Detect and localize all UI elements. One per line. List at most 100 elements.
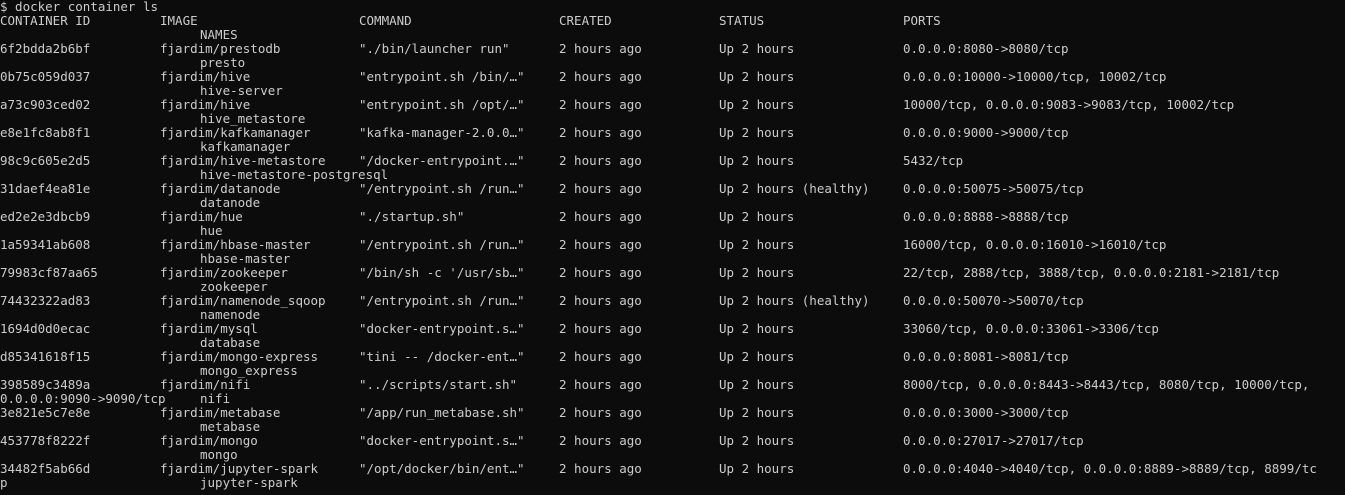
ports-cell: 0.0.0.0:10000->10000/tcp, 10002/tcp (903, 69, 1167, 84)
header-row: CONTAINER ID IMAGE COMMAND CREATED STATU… (0, 14, 941, 28)
created-cell: 2 hours ago (559, 265, 642, 280)
status-cell: Up 2 hours (719, 321, 795, 336)
created-cell: 2 hours ago (559, 97, 642, 112)
command-cell: "tini -- /docker-ent…" (359, 349, 525, 364)
created-cell: 2 hours ago (559, 405, 642, 420)
ports-cell: 0.0.0.0:27017->27017/tcp (903, 433, 1084, 448)
created-cell: 2 hours ago (559, 181, 642, 196)
container-name-cell: zookeeper (200, 279, 268, 294)
created-cell: 2 hours ago (559, 433, 642, 448)
prompt-line: $ docker container ls (0, 0, 158, 14)
container-id-cell: 0b75c059d037 (0, 69, 91, 84)
created-cell: 2 hours ago (559, 69, 642, 84)
image-cell: fjardim/hive (160, 69, 251, 84)
status-cell: Up 2 hours (719, 349, 795, 364)
container-name-cell: kafkamanager (200, 139, 291, 154)
container-id-cell: 79983cf87aa65 (0, 265, 98, 280)
container-id-cell: 398589c3489a (0, 377, 91, 392)
container-name-cell: mongo (200, 447, 238, 462)
ports-cell: 22/tcp, 2888/tcp, 3888/tcp, 0.0.0.0:2181… (903, 265, 1280, 280)
ports-cell: 33060/tcp, 0.0.0.0:33061->3306/tcp (903, 321, 1159, 336)
header-names: NAMES (200, 27, 238, 42)
created-cell: 2 hours ago (559, 41, 642, 56)
container-name-cell: database (200, 335, 261, 350)
header-container-id: CONTAINER ID (0, 13, 91, 28)
image-cell: fjardim/metabase (160, 405, 281, 420)
container-name-cell: hbase-master (200, 251, 291, 266)
ports-cell: 0.0.0.0:8888->8888/tcp (903, 209, 1069, 224)
status-cell: Up 2 hours (719, 377, 795, 392)
command-cell: "../scripts/start.sh" (359, 377, 518, 392)
created-cell: 2 hours ago (559, 321, 642, 336)
container-name-cell: jupyter-spark (200, 475, 298, 490)
command-cell: "/opt/docker/bin/ent…" (359, 461, 525, 476)
ports-cell: 16000/tcp, 0.0.0.0:16010->16010/tcp (903, 237, 1167, 252)
created-cell: 2 hours ago (559, 349, 642, 364)
ports-continuation-cell: p (0, 475, 8, 490)
ports-cell: 0.0.0.0:8080->8080/tcp (903, 41, 1069, 56)
status-cell: Up 2 hours (719, 125, 795, 140)
image-cell: fjardim/kafkamanager (160, 125, 311, 140)
command-cell: "/entrypoint.sh /run…" (359, 237, 525, 252)
header-image: IMAGE (160, 13, 198, 28)
image-cell: fjardim/nifi (160, 377, 251, 392)
container-name-cell: hue (200, 223, 223, 238)
created-cell: 2 hours ago (559, 209, 642, 224)
container-id-cell: 1694d0d0ecac (0, 321, 91, 336)
status-cell: Up 2 hours (719, 69, 795, 84)
container-name-cell: hive_metastore (200, 111, 306, 126)
ports-continuation-cell: 0.0.0.0:9090->9090/tcp (0, 391, 166, 406)
container-id-cell: 98c9c605e2d5 (0, 153, 91, 168)
image-cell: fjardim/hbase-master (160, 237, 311, 252)
image-cell: fjardim/datanode (160, 181, 281, 196)
container-name-cell: hive-server (200, 83, 283, 98)
ports-cell: 0.0.0.0:3000->3000/tcp (903, 405, 1069, 420)
container-id-cell: ed2e2e3dbcb9 (0, 209, 91, 224)
ports-cell: 8000/tcp, 0.0.0.0:8443->8443/tcp, 8080/t… (903, 377, 1310, 392)
created-cell: 2 hours ago (559, 377, 642, 392)
ports-cell: 0.0.0.0:4040->4040/tcp, 0.0.0.0:8889->88… (903, 461, 1317, 476)
image-cell: fjardim/zookeeper (160, 265, 288, 280)
container-id-cell: d85341618f15 (0, 349, 91, 364)
status-cell: Up 2 hours (719, 237, 795, 252)
container-name-cell: presto (200, 55, 246, 70)
created-cell: 2 hours ago (559, 125, 642, 140)
container-id-cell: e8e1fc8ab8f1 (0, 125, 91, 140)
status-cell: Up 2 hours (healthy) (719, 293, 870, 308)
command-cell: "docker-entrypoint.s…" (359, 433, 525, 448)
command-cell: "/docker-entrypoint.…" (359, 153, 525, 168)
header-created: CREATED (559, 13, 612, 28)
image-cell: fjardim/hive (160, 97, 251, 112)
command-cell: "./startup.sh" (359, 209, 465, 224)
container-name-cell: mongo_express (200, 363, 298, 378)
ports-cell: 0.0.0.0:50070->50070/tcp (903, 293, 1084, 308)
created-cell: 2 hours ago (559, 461, 642, 476)
container-id-cell: 34482f5ab66d (0, 461, 91, 476)
status-cell: Up 2 hours (healthy) (719, 181, 870, 196)
ports-cell: 0.0.0.0:50075->50075/tcp (903, 181, 1084, 196)
ports-cell: 5432/tcp (903, 153, 964, 168)
command-cell: "/entrypoint.sh /run…" (359, 293, 525, 308)
status-cell: Up 2 hours (719, 433, 795, 448)
container-id-cell: 3e821e5c7e8e (0, 405, 91, 420)
command-cell: "/bin/sh -c '/usr/sb…" (359, 265, 525, 280)
header-status: STATUS (719, 13, 765, 28)
container-name-cell: nifi (200, 391, 231, 406)
status-cell: Up 2 hours (719, 265, 795, 280)
image-cell: fjardim/hue (160, 209, 243, 224)
image-cell: fjardim/mongo (160, 433, 258, 448)
container-id-cell: 453778f8222f (0, 433, 91, 448)
container-id-cell: 6f2bdda2b6bf (0, 41, 91, 56)
ports-cell: 10000/tcp, 0.0.0.0:9083->9083/tcp, 10002… (903, 97, 1235, 112)
status-cell: Up 2 hours (719, 41, 795, 56)
command-cell: "kafka-manager-2.0.0…" (359, 125, 525, 140)
created-cell: 2 hours ago (559, 237, 642, 252)
status-cell: Up 2 hours (719, 405, 795, 420)
image-cell: fjardim/mysql (160, 321, 258, 336)
container-id-cell: 31daef4ea81e (0, 181, 91, 196)
image-cell: fjardim/namenode_sqoop (160, 293, 326, 308)
terminal-window[interactable]: $ docker container ls CONTAINER ID IMAGE… (0, 0, 1345, 495)
status-cell: Up 2 hours (719, 209, 795, 224)
image-cell: fjardim/mongo-express (160, 349, 319, 364)
container-name-cell: metabase (200, 419, 261, 434)
